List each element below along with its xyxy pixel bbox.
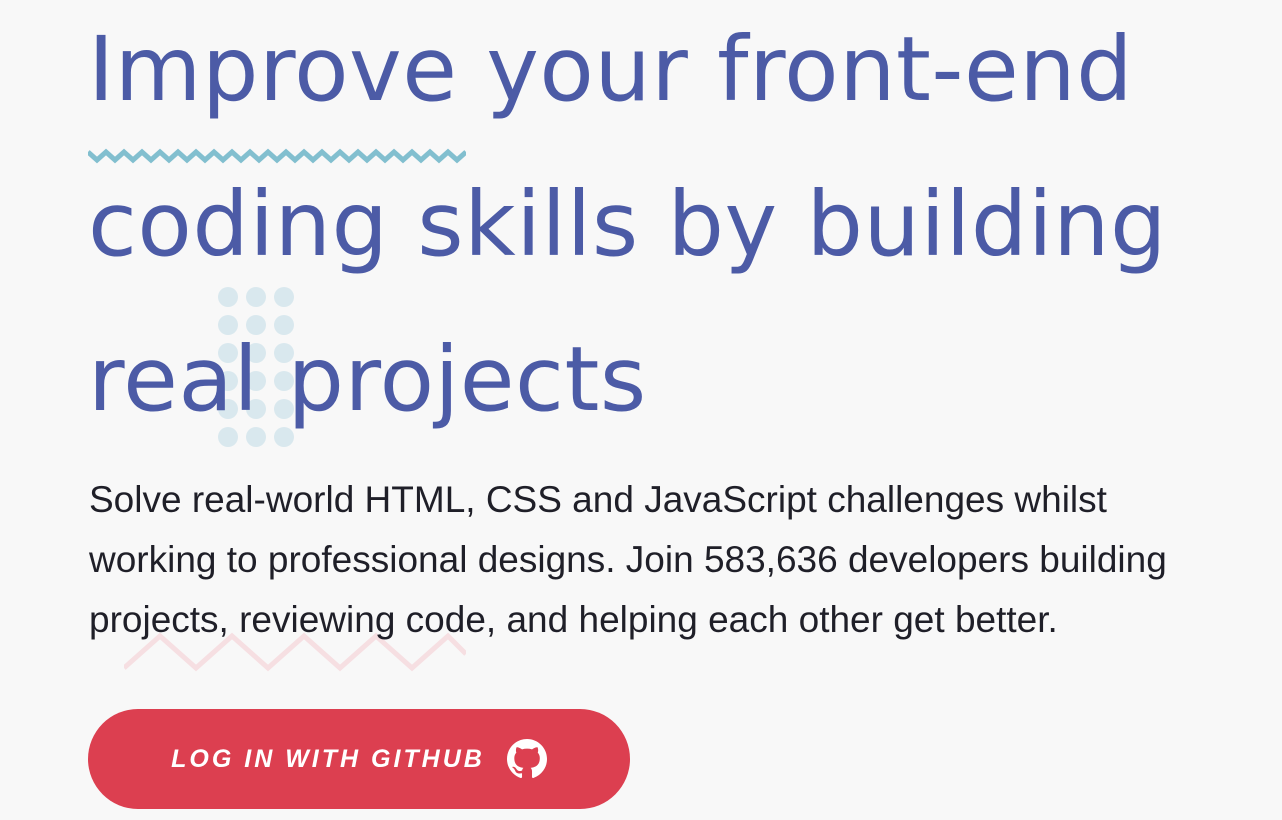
headline-line-3: real projects — [88, 327, 647, 431]
description-line-1: Solve real-world HTML, CSS and JavaScrip… — [89, 479, 1107, 520]
github-icon — [506, 739, 547, 779]
login-with-github-button[interactable]: LOG IN WITH GITHUB — [88, 709, 630, 809]
headline-line-1: Improve your front-end — [88, 17, 1134, 121]
description-line-3: projects, reviewing code, and helping ea… — [89, 599, 1058, 640]
hero-section: Improve your front-end coding skills by … — [0, 0, 1282, 820]
headline-line-2: coding skills by building — [88, 172, 1167, 276]
hero-description: Solve real-world HTML, CSS and JavaScrip… — [89, 470, 1274, 650]
login-button-label: LOG IN WITH GITHUB — [171, 744, 485, 773]
page-title: Improve your front-end coding skills by … — [88, 17, 1258, 457]
description-line-2: working to professional designs. Join 58… — [89, 539, 1167, 580]
